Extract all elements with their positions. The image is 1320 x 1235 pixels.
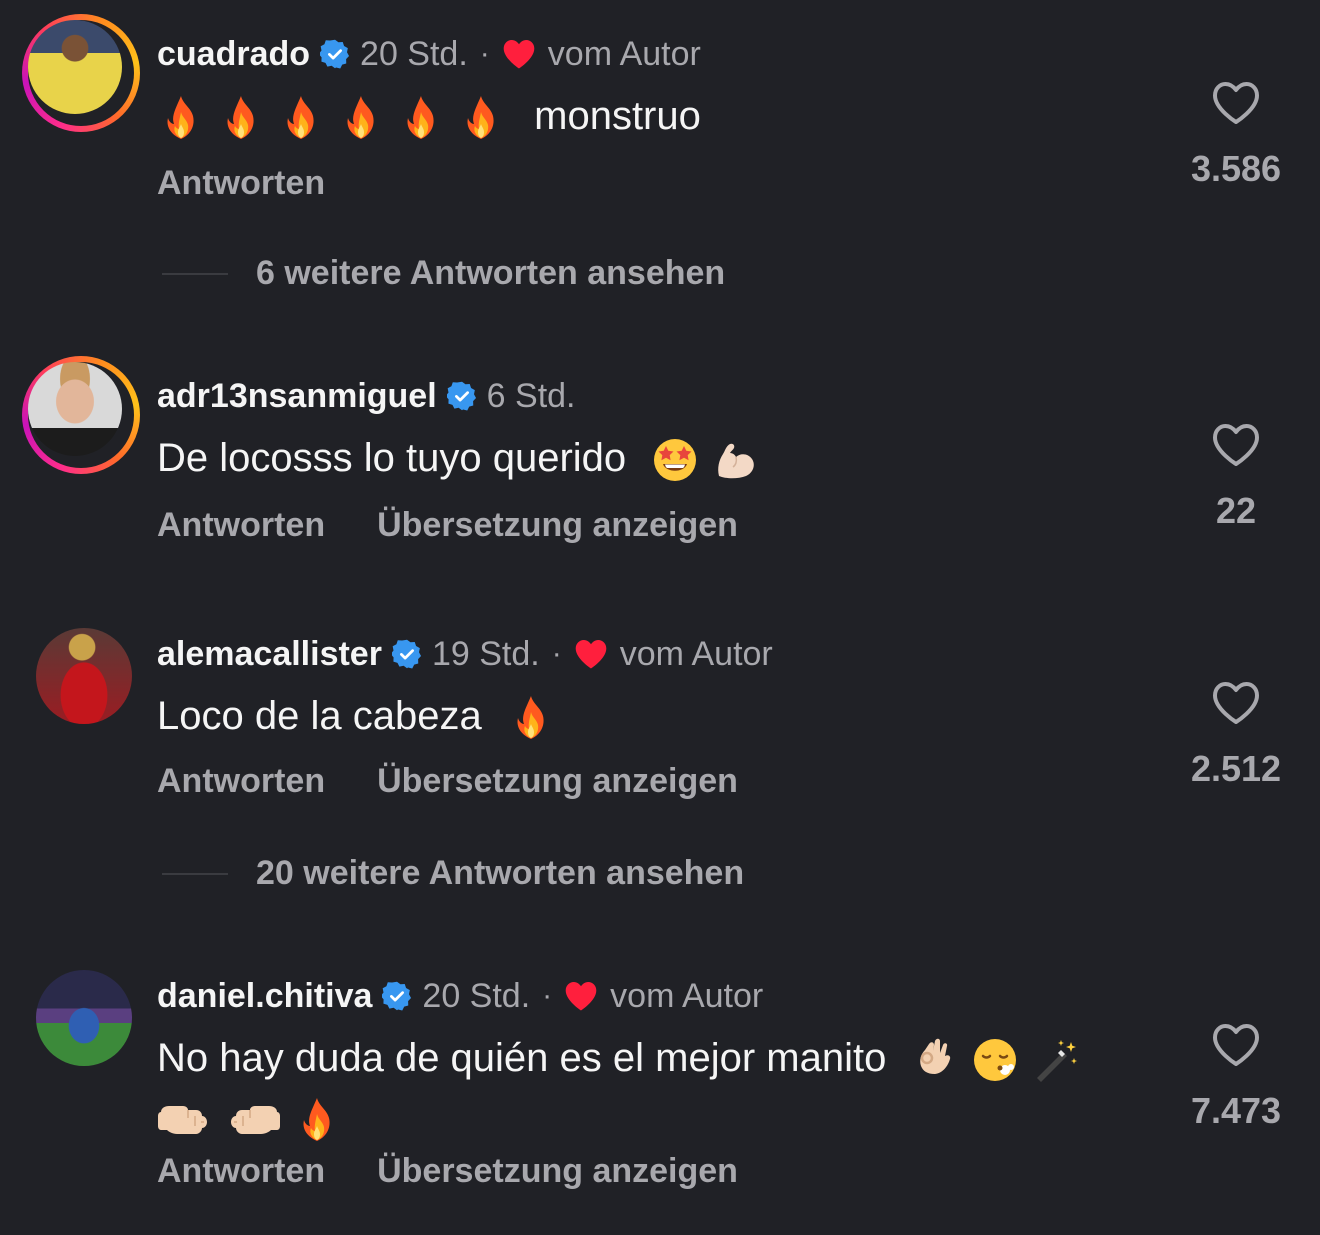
comment-text: Loco de la cabeza [157, 686, 1157, 746]
emoji-group [911, 1036, 1091, 1084]
username[interactable]: cuadrado [157, 35, 310, 74]
fire-icon [457, 94, 505, 142]
avatar-image [28, 362, 122, 456]
magic-wand-icon [1031, 1036, 1079, 1084]
comment-actions: Antworten Übersetzung anzeigen [157, 762, 738, 801]
timestamp: 20 Std. [422, 976, 531, 1015]
like-control: 22 [1180, 422, 1292, 532]
face-exhaling-icon [971, 1036, 1019, 1084]
comments-list: cuadrado 20 Std. · vom Autor monstruo An… [0, 0, 1320, 1235]
like-heart-icon[interactable] [1211, 422, 1261, 468]
author-heart-icon [574, 638, 608, 670]
comment-body: monstruo [534, 94, 701, 138]
view-more-replies[interactable]: 20 weitere Antworten ansehen [162, 854, 744, 893]
like-count: 3.586 [1190, 148, 1282, 189]
comment-actions: Antworten Übersetzung anzeigen [157, 1152, 738, 1191]
replies-divider [162, 272, 228, 275]
avatar[interactable] [22, 956, 140, 1074]
view-more-replies-label: 6 weitere Antworten ansehen [256, 254, 726, 292]
like-control: 2.512 [1180, 680, 1292, 790]
fire-icon [397, 94, 445, 142]
comment-text: monstruo [157, 86, 1157, 146]
author-label: vom Autor [547, 34, 701, 73]
comment-text: De locosss lo tuyo querido [157, 428, 1157, 488]
timestamp: 6 Std. [486, 376, 576, 415]
verified-badge-icon [320, 39, 350, 69]
flexed-biceps-icon [711, 436, 759, 484]
comment-actions: Antworten Übersetzung anzeigen [157, 506, 738, 545]
view-more-replies[interactable]: 6 weitere Antworten ansehen [162, 254, 725, 293]
replies-divider [162, 872, 228, 875]
author-label: vom Autor [619, 634, 773, 673]
author-label: vom Autor [610, 976, 764, 1015]
show-translation-button[interactable]: Übersetzung anzeigen [377, 762, 738, 801]
timestamp: 20 Std. [360, 34, 468, 73]
fire-icon [217, 94, 265, 142]
show-translation-button[interactable]: Übersetzung anzeigen [377, 1152, 738, 1191]
separator-dot: · [551, 637, 562, 670]
comment-header: adr13nsanmiguel 6 Std. [157, 376, 576, 416]
fire-icon [337, 94, 385, 142]
like-heart-icon[interactable] [1211, 680, 1261, 726]
star-struck-icon [651, 436, 699, 484]
comment-header: daniel.chitiva 20 Std. · vom Autor [157, 976, 763, 1016]
ok-hand-icon [911, 1036, 959, 1084]
verified-badge-icon [382, 981, 412, 1011]
timestamp: 19 Std. [431, 634, 540, 673]
author-heart-icon [502, 38, 536, 70]
like-count: 22 [1215, 490, 1257, 531]
emoji-group [651, 436, 771, 484]
like-count: 2.512 [1190, 748, 1282, 789]
username[interactable]: adr13nsanmiguel [157, 377, 437, 416]
author-heart-icon [564, 980, 598, 1012]
fire-icon [157, 94, 205, 142]
reply-button[interactable]: Antworten [157, 506, 325, 545]
fire-icon [293, 1096, 341, 1144]
show-translation-button[interactable]: Übersetzung anzeigen [377, 506, 738, 545]
comment-body: No hay duda de quién es el mejor manito [157, 1036, 887, 1080]
fire-icon [277, 94, 325, 142]
like-control: 7.473 [1180, 1022, 1292, 1132]
separator-dot: · [542, 979, 553, 1012]
emoji-group [157, 94, 517, 142]
verified-badge-icon [447, 381, 477, 411]
avatar-image [36, 628, 132, 724]
reply-button[interactable]: Antworten [157, 1152, 325, 1191]
reply-button[interactable]: Antworten [157, 164, 325, 203]
like-heart-icon[interactable] [1211, 80, 1261, 126]
view-more-replies-label: 20 weitere Antworten ansehen [256, 854, 745, 892]
avatar-image [28, 20, 122, 114]
right-facing-fist-icon [225, 1096, 281, 1144]
fire-icon [507, 694, 555, 742]
verified-badge-icon [392, 639, 422, 669]
comment-body: De locosss lo tuyo querido [157, 436, 627, 480]
like-heart-icon[interactable] [1211, 1022, 1261, 1068]
comment-text: No hay duda de quién es el mejor manito [157, 1028, 1167, 1148]
avatar[interactable] [22, 614, 140, 732]
comment-actions: Antworten [157, 164, 325, 203]
reply-button[interactable]: Antworten [157, 762, 325, 801]
like-control: 3.586 [1180, 80, 1292, 190]
emoji-group [507, 694, 567, 742]
comment-header: alemacallister 19 Std. · vom Autor [157, 634, 773, 674]
avatar[interactable] [22, 356, 140, 474]
separator-dot: · [479, 37, 490, 70]
comment-header: cuadrado 20 Std. · vom Autor [157, 34, 701, 74]
left-facing-fist-icon [157, 1096, 213, 1144]
avatar[interactable] [22, 14, 140, 132]
comment-body: Loco de la cabeza [157, 694, 482, 738]
emoji-group [157, 1096, 353, 1144]
username[interactable]: daniel.chitiva [157, 977, 372, 1016]
avatar-image [36, 970, 132, 1066]
like-count: 7.473 [1190, 1090, 1282, 1131]
username[interactable]: alemacallister [157, 635, 382, 674]
